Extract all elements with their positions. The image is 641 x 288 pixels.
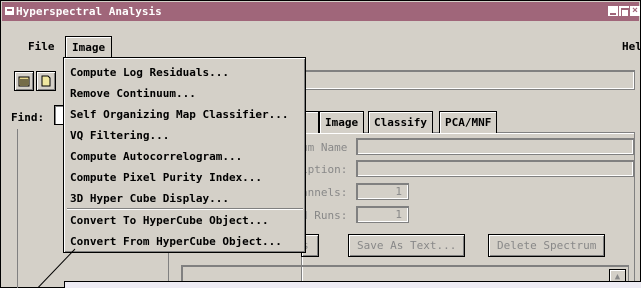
description-label: iption: <box>301 163 348 176</box>
new-file-button[interactable] <box>36 71 56 91</box>
hyperspectral-analysis-window: Hyperspectral Analysis × File Image Help… <box>0 0 641 288</box>
callout-box <box>64 281 641 288</box>
menu-item-remove-continuum[interactable]: Remove Continuum... <box>70 87 196 100</box>
image-menu-dropdown: Compute Log Residuals... Remove Continuu… <box>63 57 306 253</box>
new-file-icon <box>41 75 51 87</box>
menu-separator <box>67 208 303 210</box>
save-as-text-button[interactable]: Save As Text... <box>348 234 466 257</box>
menu-item-compute-log-residuals[interactable]: Compute Log Residuals... <box>70 66 229 79</box>
window-menu-icon[interactable] <box>5 7 14 15</box>
delete-spectrum-button[interactable]: Delete Spectrum <box>488 234 606 257</box>
channels-field[interactable]: 1 <box>356 183 409 200</box>
title-bar[interactable]: Hyperspectral Analysis × <box>2 2 640 21</box>
open-file-icon <box>18 76 30 87</box>
tab-image[interactable]: Image <box>319 111 365 133</box>
minimize-icon[interactable] <box>608 6 618 16</box>
spectrum-name-label: um Name <box>301 141 348 154</box>
menu-help[interactable]: Help <box>616 36 641 58</box>
description-field[interactable] <box>356 160 634 177</box>
menu-item-self-organizing-map-classifier[interactable]: Self Organizing Map Classifier... <box>70 108 289 121</box>
window-title: Hyperspectral Analysis <box>16 5 162 18</box>
channels-label: annels: <box>301 186 348 199</box>
path-field[interactable] <box>301 70 635 90</box>
open-file-button[interactable] <box>14 71 34 91</box>
menu-file[interactable]: File <box>22 36 61 58</box>
close-icon[interactable]: × <box>630 6 640 16</box>
maximize-icon[interactable] <box>619 6 629 17</box>
spectrum-name-field[interactable] <box>356 138 634 155</box>
menu-image[interactable]: Image <box>65 36 113 58</box>
runs-field[interactable]: 1 <box>356 206 409 223</box>
menu-item-vq-filtering[interactable]: VQ Filtering... <box>70 129 169 142</box>
menu-bar: File Image Help <box>2 36 641 59</box>
tab-classify[interactable]: Classify <box>368 111 433 133</box>
menu-item-convert-to-hypercube-object[interactable]: Convert To HyperCube Object... <box>70 214 269 227</box>
menu-item-compute-pixel-purity-index[interactable]: Compute Pixel Purity Index... <box>70 171 262 184</box>
menu-item-3d-hyper-cube-display[interactable]: 3D Hyper Cube Display... <box>70 192 229 205</box>
runs-label: d Runs: <box>301 209 348 222</box>
find-label: Find: <box>11 111 45 124</box>
menu-item-compute-autocorrelogram[interactable]: Compute Autocorrelogram... <box>70 150 242 163</box>
menu-item-convert-from-hypercube-object[interactable]: Convert From HyperCube Object... <box>70 235 282 248</box>
tab-pca-mnf[interactable]: PCA/MNF <box>439 111 498 133</box>
